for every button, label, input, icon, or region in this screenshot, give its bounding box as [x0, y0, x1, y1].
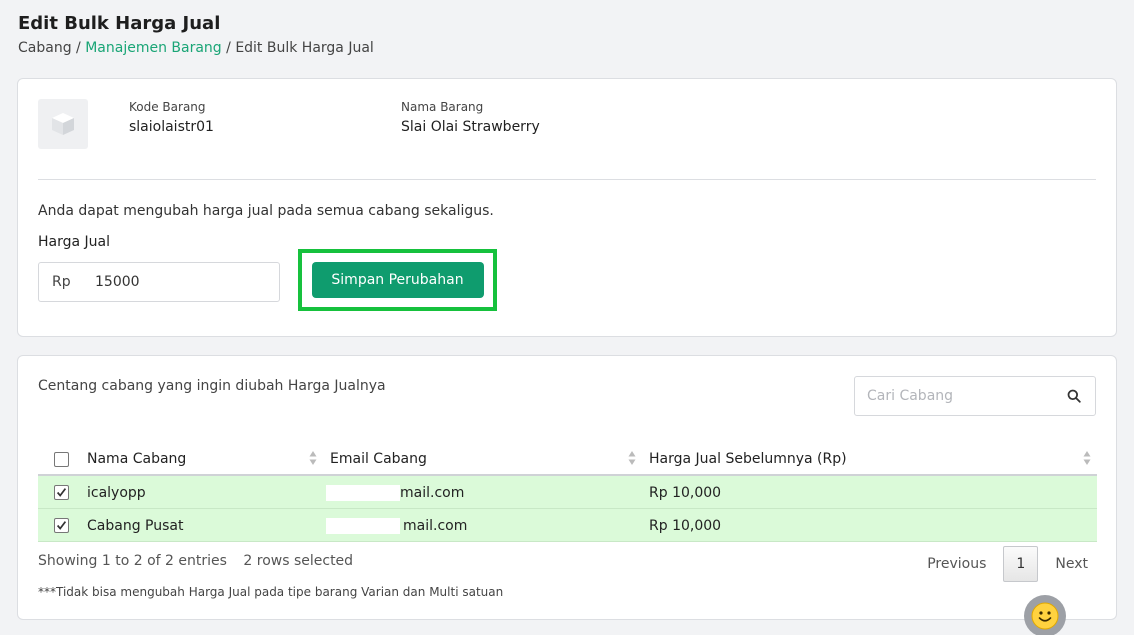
- pagination-previous[interactable]: Previous: [927, 556, 986, 572]
- branch-selection-hint: Centang cabang yang ingin diubah Harga J…: [38, 378, 386, 394]
- table-row[interactable]: Cabang Pusat mail.com Rp 10,000: [38, 509, 1097, 542]
- pagination: Previous 1 Next: [927, 546, 1096, 582]
- column-header-email[interactable]: Email Cabang: [330, 451, 427, 467]
- breadcrumb: Cabang / Manajemen Barang / Edit Bulk Ha…: [18, 40, 374, 56]
- breadcrumb-root[interactable]: Cabang: [18, 40, 72, 56]
- branch-search: [854, 376, 1096, 416]
- breadcrumb-link-manajemen-barang[interactable]: Manajemen Barang: [85, 40, 221, 56]
- sort-icon[interactable]: [1083, 450, 1091, 466]
- chat-widget-button[interactable]: [1024, 595, 1066, 635]
- box-icon: [52, 113, 74, 135]
- select-all-checkbox[interactable]: [54, 452, 69, 467]
- breadcrumb-separator: /: [221, 40, 236, 56]
- redacted-email: [326, 485, 400, 501]
- redacted-email: [326, 518, 400, 534]
- table-info: Showing 1 to 2 of 2 entries 2 rows selec…: [38, 553, 353, 569]
- column-header-price[interactable]: Harga Jual Sebelumnya (Rp): [649, 451, 847, 467]
- page-title: Edit Bulk Harga Jual: [18, 13, 221, 34]
- previous-price: Rp 10,000: [649, 518, 722, 534]
- column-header-name[interactable]: Nama Cabang: [87, 451, 186, 467]
- bulk-edit-info: Anda dapat mengubah harga jual pada semu…: [38, 203, 494, 219]
- product-thumbnail: [38, 99, 88, 149]
- row-checkbox-checked[interactable]: [54, 518, 69, 533]
- sort-icon[interactable]: [309, 450, 317, 466]
- breadcrumb-current: Edit Bulk Harga Jual: [235, 40, 374, 56]
- sort-icon[interactable]: [628, 450, 636, 466]
- breadcrumb-separator: /: [71, 40, 86, 56]
- search-icon[interactable]: [1067, 389, 1081, 403]
- product-code-label: Kode Barang: [129, 100, 206, 114]
- product-code-value: slaiolaistr01: [129, 119, 214, 135]
- rows-selected: 2 rows selected: [243, 553, 354, 569]
- branch-name: Cabang Pusat: [87, 518, 184, 534]
- bulk-edit-card: Kode Barang slaiolaistr01 Nama Barang Sl…: [17, 78, 1117, 337]
- footnote: ***Tidak bisa mengubah Harga Jual pada t…: [38, 585, 504, 599]
- product-name-label: Nama Barang: [401, 100, 484, 114]
- price-input[interactable]: [95, 274, 245, 290]
- product-name-value: Slai Olai Strawberry: [401, 119, 540, 135]
- divider: [38, 179, 1096, 180]
- row-checkbox-checked[interactable]: [54, 485, 69, 500]
- save-changes-button[interactable]: Simpan Perubahan: [311, 262, 484, 298]
- table-row[interactable]: icalyopp mail.com Rp 10,000: [38, 476, 1097, 509]
- table-header: Nama Cabang Email Cabang Harga Jual Sebe…: [38, 444, 1097, 476]
- branch-email: mail.com: [403, 518, 468, 534]
- branch-list-card: Centang cabang yang ingin diubah Harga J…: [17, 355, 1117, 620]
- save-button-highlight: Simpan Perubahan: [298, 249, 497, 311]
- branch-name: icalyopp: [87, 485, 146, 501]
- pagination-next[interactable]: Next: [1055, 556, 1088, 572]
- showing-entries: Showing 1 to 2 of 2 entries: [38, 553, 227, 569]
- branch-email: mail.com: [400, 485, 465, 501]
- previous-price: Rp 10,000: [649, 485, 722, 501]
- currency-prefix: Rp: [52, 274, 71, 290]
- branch-table: Nama Cabang Email Cabang Harga Jual Sebe…: [38, 444, 1097, 542]
- price-input-group: Rp: [38, 262, 280, 302]
- branch-search-input[interactable]: [867, 388, 1067, 404]
- pagination-page[interactable]: 1: [1003, 546, 1039, 582]
- smiley-icon: [1031, 602, 1059, 630]
- price-label: Harga Jual: [38, 234, 111, 250]
